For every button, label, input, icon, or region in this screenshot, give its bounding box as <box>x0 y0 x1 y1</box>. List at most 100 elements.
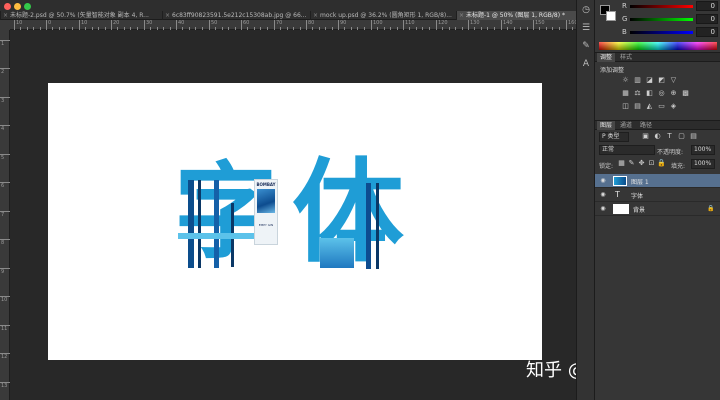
red-value-field[interactable]: 0 <box>696 1 718 11</box>
tab-close-icon[interactable]: × <box>313 11 318 20</box>
tab-close-icon[interactable]: × <box>3 11 8 20</box>
green-slider[interactable] <box>630 18 693 21</box>
channel-label-r: R <box>622 2 627 10</box>
poster-figure <box>257 189 275 213</box>
ruler-label: 6 <box>1 183 5 189</box>
ruler-tick <box>274 20 275 30</box>
vertical-ruler[interactable]: 1 2 3 4 5 6 7 8 9 10 11 12 13 <box>0 30 10 400</box>
ruler-tick <box>403 20 404 30</box>
filter-type-icon[interactable]: T <box>665 132 674 141</box>
lock-all-icon[interactable]: 🔒 <box>657 159 666 168</box>
layer-name: 字体 <box>631 193 644 200</box>
green-value-field[interactable]: 0 <box>696 14 718 24</box>
layer-row[interactable]: ◉ 背景 🔒 <box>595 202 720 216</box>
channel-mixer-icon[interactable]: ⊕ <box>669 89 678 98</box>
ruler-label: 10 <box>81 20 88 26</box>
ruler-tick <box>79 20 80 30</box>
zoom-window-button[interactable] <box>24 3 31 10</box>
visibility-eye-icon[interactable]: ◉ <box>599 177 607 185</box>
layer-filter-select[interactable]: P 类型 <box>599 132 629 142</box>
ruler-label: 9 <box>1 269 5 275</box>
ruler-label: 3 <box>1 98 5 104</box>
filter-shape-icon[interactable]: ▢ <box>677 132 686 141</box>
red-slider[interactable] <box>630 5 693 8</box>
ruler-tick <box>501 20 502 30</box>
tab-close-icon[interactable]: × <box>459 11 464 20</box>
vibrance-icon[interactable]: ▽ <box>669 76 678 85</box>
ruler-label: 100 <box>373 20 383 26</box>
lock-transparent-icon[interactable]: ▦ <box>617 159 626 168</box>
document-canvas[interactable]: 字 BOMBAY EMPY GIN 体 <box>48 83 542 360</box>
visibility-eye-icon[interactable]: ◉ <box>599 205 607 213</box>
layer-row[interactable]: ◉ T 字体 <box>595 188 720 202</box>
ruler-label: 110 <box>405 20 415 26</box>
tab-channels[interactable]: 通道 <box>617 121 635 130</box>
ruler-tick <box>144 20 145 30</box>
document-tab-active[interactable]: × 未标题-1 @ 50% (图层 1, RGB/8) * <box>456 11 576 20</box>
layer-thumbnail <box>613 176 627 186</box>
lock-artboard-icon[interactable]: ⊡ <box>647 159 656 168</box>
tab-layers[interactable]: 图层 <box>597 121 616 130</box>
ruler-label: 4 <box>1 126 5 132</box>
blue-slider[interactable] <box>630 31 693 34</box>
adjustments-tabs: 调整 样式 <box>595 52 720 62</box>
tab-paths[interactable]: 路径 <box>637 121 655 130</box>
selective-color-icon[interactable]: ◈ <box>669 102 678 111</box>
ruler-label: 120 <box>438 20 448 26</box>
document-tab[interactable]: × 未标题-2.psd @ 50.7% (矢量智能对象 副本 4, R... <box>0 11 162 20</box>
tab-styles[interactable]: 样式 <box>617 53 635 62</box>
gradient-map-icon[interactable]: ▭ <box>657 102 666 111</box>
curves-icon[interactable]: ◪ <box>645 76 654 85</box>
color-spectrum-ramp[interactable] <box>599 42 717 50</box>
tab-adjustments[interactable]: 调整 <box>597 53 616 62</box>
brush-icon[interactable]: ✎ <box>580 40 592 52</box>
text-layer-icon: T <box>615 190 620 199</box>
history-icon[interactable]: ◷ <box>580 4 592 16</box>
horizontal-ruler[interactable]: 10 0 10 20 30 40 50 60 70 80 90 100 110 120 130 140 150 1… <box>10 20 594 30</box>
black-white-icon[interactable]: ◧ <box>645 89 654 98</box>
opacity-field[interactable]: 100% <box>691 145 715 155</box>
document-tab[interactable]: × 6c83ff90823591.5e212c15308ab.jpg @ 66.… <box>162 11 310 20</box>
blue-value-field[interactable]: 0 <box>696 27 718 37</box>
color-balance-icon[interactable]: ⚖ <box>633 89 642 98</box>
canvas-workspace[interactable]: 字 BOMBAY EMPY GIN 体 知乎 @加糖的小鹿 <box>10 30 676 400</box>
filter-smart-icon[interactable]: ▤ <box>689 132 698 141</box>
color-lookup-icon[interactable]: ▩ <box>681 89 690 98</box>
ruler-label: 20 <box>113 20 120 26</box>
tab-close-icon[interactable]: × <box>165 11 170 20</box>
close-window-button[interactable] <box>4 3 11 10</box>
visibility-eye-icon[interactable]: ◉ <box>599 191 607 199</box>
background-color-swatch[interactable] <box>606 11 616 21</box>
threshold-icon[interactable]: ◭ <box>645 102 654 111</box>
invert-icon[interactable]: ◫ <box>621 102 630 111</box>
photo-texture <box>366 183 371 269</box>
ruler-tick <box>436 20 437 30</box>
filter-pixel-icon[interactable]: ▣ <box>641 132 650 141</box>
poster-image: BOMBAY EMPY GIN <box>254 179 278 245</box>
ruler-tick <box>306 20 307 30</box>
levels-icon[interactable]: ▥ <box>633 76 642 85</box>
ruler-tick <box>371 20 372 30</box>
tab-label: mock up.psd @ 36.2% (圆角矩形 1, RGB/8)... <box>320 12 452 19</box>
right-panel-dock: R 0 G 0 B 0 调整 样式 添加调整 ☼ ▥ ◪ ◩ ▽ ▦ ⚖ ◧ ◎… <box>594 0 720 400</box>
photo-texture <box>198 180 201 268</box>
ruler-tick <box>209 20 210 30</box>
posterize-icon[interactable]: ▤ <box>633 102 642 111</box>
filter-adjustment-icon[interactable]: ◐ <box>653 132 662 141</box>
document-tab[interactable]: × mock up.psd @ 36.2% (圆角矩形 1, RGB/8)... <box>310 11 456 20</box>
tab-label: 未标题-2.psd @ 50.7% (矢量智能对象 副本 4, R... <box>10 12 149 19</box>
lock-label: 锁定: <box>599 163 614 170</box>
exposure-icon[interactable]: ◩ <box>657 76 666 85</box>
lock-paint-icon[interactable]: ✎ <box>627 159 636 168</box>
photo-filter-icon[interactable]: ◎ <box>657 89 666 98</box>
brightness-icon[interactable]: ☼ <box>621 76 630 85</box>
hue-saturation-icon[interactable]: ▦ <box>621 89 630 98</box>
minimize-window-button[interactable] <box>14 3 21 10</box>
character-icon[interactable]: A <box>580 58 592 70</box>
fill-field[interactable]: 100% <box>691 159 715 169</box>
properties-icon[interactable]: ☰ <box>580 22 592 34</box>
poster-brand-label: BOMBAY <box>256 182 276 187</box>
lock-move-icon[interactable]: ✥ <box>637 159 646 168</box>
layer-row[interactable]: ◉ 图层 1 <box>595 174 720 188</box>
blend-mode-select[interactable]: 正常 <box>599 145 655 155</box>
